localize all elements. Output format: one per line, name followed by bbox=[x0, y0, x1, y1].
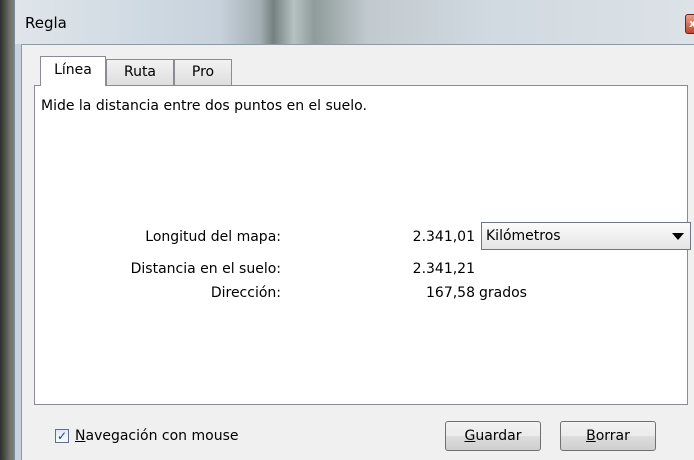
mouse-navigation-checkbox[interactable]: ✓ bbox=[55, 429, 69, 443]
close-icon: x bbox=[689, 17, 694, 30]
units-selected-value: Kilómetros bbox=[486, 228, 561, 244]
mouse-navigation-label[interactable]: Navegación con mouse bbox=[75, 428, 238, 444]
window-title: Regla bbox=[25, 14, 67, 32]
close-button[interactable]: x bbox=[685, 14, 694, 34]
units-select[interactable]: Kilómetros bbox=[481, 222, 691, 250]
map-length-label: Longitud del mapa: bbox=[145, 229, 281, 245]
title-bar[interactable]: Regla x bbox=[15, 0, 694, 44]
ground-distance-value: 2.341,21 bbox=[412, 261, 475, 277]
tab-label: Ruta bbox=[123, 64, 157, 80]
tab-label: Pro bbox=[191, 64, 215, 80]
tab-pro[interactable]: Pro bbox=[174, 59, 232, 85]
mnemonic-b: B bbox=[586, 428, 596, 444]
dialog-client-area: Línea Ruta Pro Mide la distancia entre d… bbox=[21, 44, 694, 460]
label-rest: orrar bbox=[595, 428, 630, 444]
mnemonic-g: G bbox=[464, 428, 476, 444]
tab-panel-linea: Mide la distancia entre dos puntos en el… bbox=[34, 85, 691, 405]
mnemonic-n: N bbox=[75, 428, 86, 444]
direction-label: Dirección: bbox=[210, 285, 281, 301]
direction-value: 167,58 bbox=[426, 285, 475, 301]
clear-button[interactable]: Borrar bbox=[560, 421, 656, 451]
label-rest: avegación con mouse bbox=[85, 428, 239, 444]
panel-description: Mide la distancia entre dos puntos en el… bbox=[41, 98, 367, 114]
desktop-background bbox=[0, 0, 14, 460]
tab-linea[interactable]: Línea bbox=[40, 56, 106, 86]
label-rest: uardar bbox=[475, 428, 522, 444]
save-button[interactable]: Guardar bbox=[445, 421, 541, 451]
direction-unit: grados bbox=[479, 285, 527, 301]
ruler-dialog: Regla x Línea Ruta Pro Mide la distancia… bbox=[14, 0, 694, 460]
dropdown-arrow-icon bbox=[672, 233, 684, 240]
tab-ruta[interactable]: Ruta bbox=[106, 59, 174, 85]
checkmark-icon: ✓ bbox=[56, 429, 68, 443]
tab-label: Línea bbox=[54, 62, 92, 78]
ground-distance-label: Distancia en el suelo: bbox=[130, 261, 281, 277]
map-length-value: 2.341,01 bbox=[412, 229, 475, 245]
